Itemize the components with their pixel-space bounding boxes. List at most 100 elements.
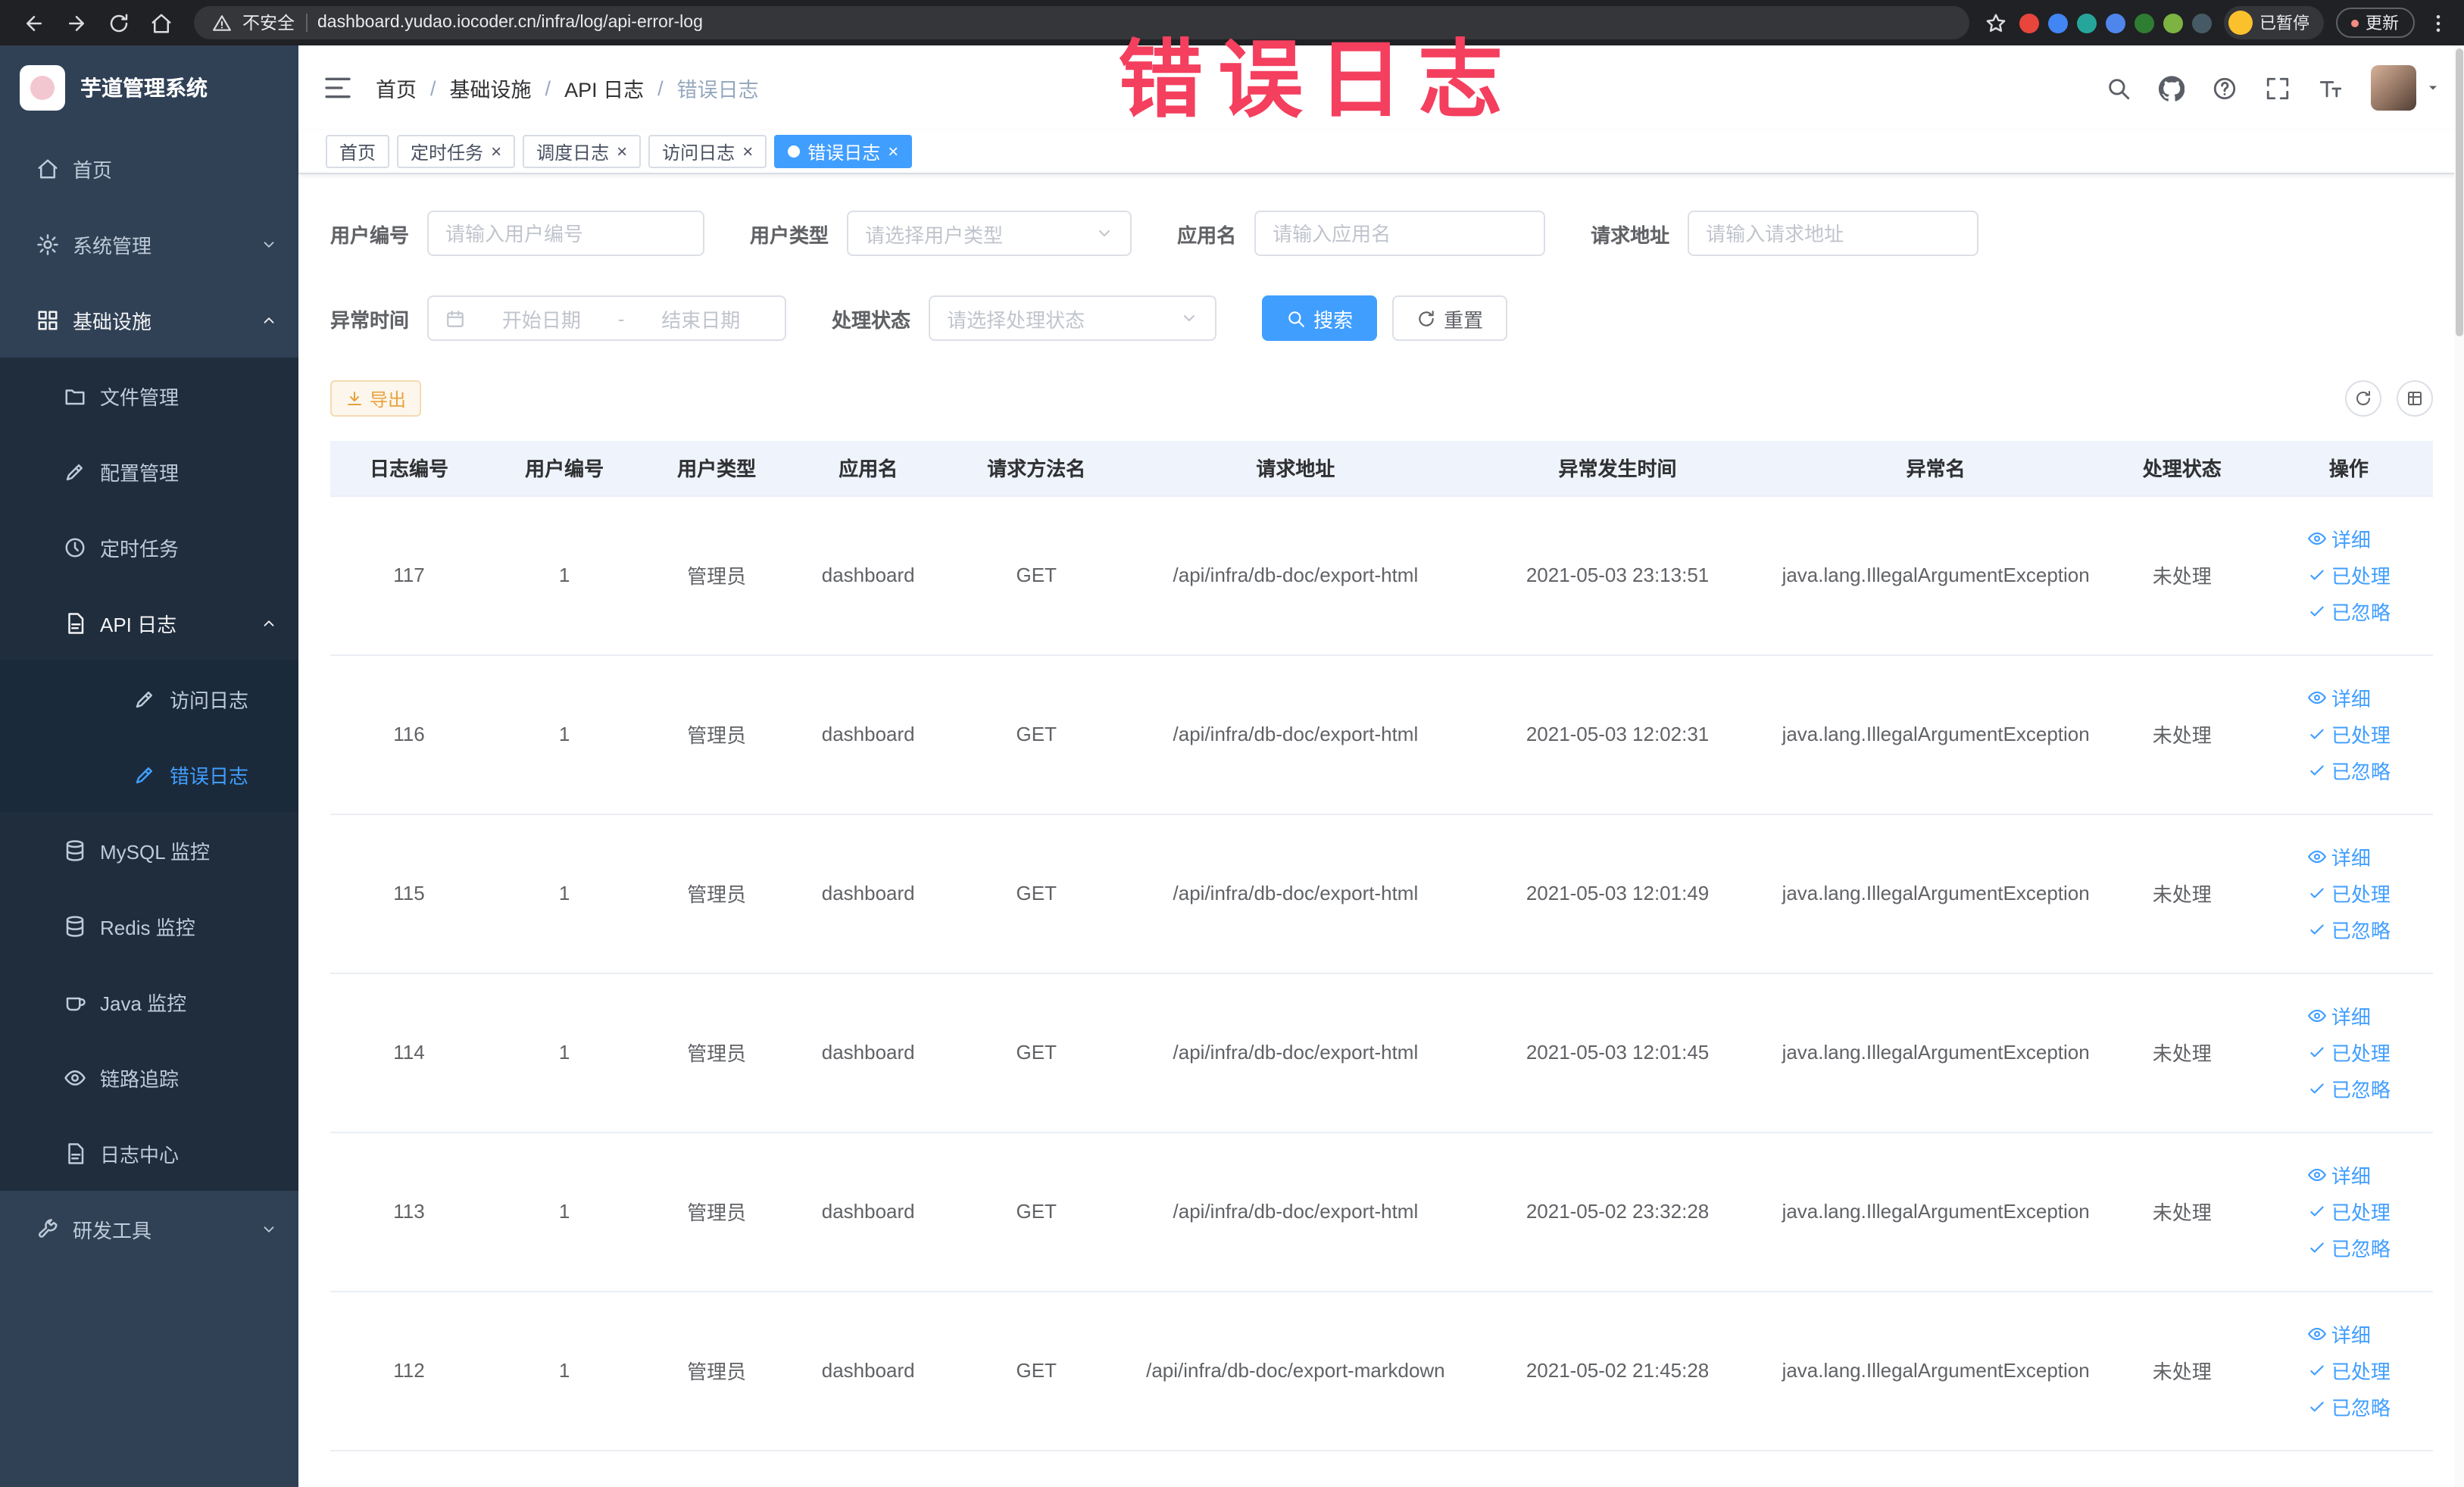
- breadcrumb-item[interactable]: API 日志: [564, 73, 644, 103]
- sidebar: 芋道管理系统 首页 系统管理基础设施文件管理 配置管理 定时任务 API 日志 访问日志错…: [0, 45, 298, 1487]
- ignored-link[interactable]: 已忽略: [2307, 1074, 2391, 1103]
- ignored-link[interactable]: 已忽略: [2307, 1392, 2391, 1421]
- user-type-select[interactable]: 请选择用户类型: [847, 211, 1132, 256]
- profile-chip[interactable]: 已暂停: [2223, 6, 2323, 39]
- sidebar-item[interactable]: 访问日志: [0, 661, 298, 736]
- table-cell: dashboard: [792, 654, 945, 814]
- close-icon[interactable]: ×: [742, 142, 753, 161]
- sidebar-item[interactable]: Redis 监控: [0, 888, 298, 964]
- table-body: 117 1 管理员 dashboard GET/api/infra/db-doc/exp…: [330, 495, 2432, 1451]
- processed-link[interactable]: 已处理: [2307, 561, 2391, 589]
- processed-link[interactable]: 已处理: [2307, 1356, 2391, 1385]
- extension-icon[interactable]: [2019, 13, 2038, 33]
- sidebar-item[interactable]: 日志中心: [0, 1115, 298, 1191]
- help-icon[interactable]: [2211, 75, 2237, 101]
- home-button[interactable]: [142, 5, 179, 41]
- check-icon: [2307, 1397, 2327, 1417]
- sidebar-item[interactable]: 定时任务: [0, 509, 298, 585]
- detail-link[interactable]: 详细: [2307, 842, 2371, 871]
- bookmark-star-icon[interactable]: [1984, 11, 2006, 34]
- sidebar-fold-button[interactable]: [323, 73, 353, 103]
- breadcrumb: 首页 / 基础设施 / API 日志 / 错误日志: [376, 73, 759, 103]
- tab-active[interactable]: 错误日志 ×: [774, 135, 913, 168]
- app-name-input[interactable]: [1273, 222, 1528, 245]
- processed-link[interactable]: 已处理: [2307, 1197, 2391, 1226]
- detail-link[interactable]: 详细: [2307, 1161, 2371, 1189]
- forward-button[interactable]: [58, 5, 94, 41]
- back-button[interactable]: [15, 5, 52, 41]
- sidebar-item[interactable]: 系统管理: [0, 206, 298, 282]
- filter-row-2: 异常时间 开始日期 - 结束日期 处理状态 请选择处理状态 搜索 重置: [330, 295, 2432, 341]
- detail-link[interactable]: 详细: [2307, 683, 2371, 712]
- breadcrumb-item[interactable]: 首页: [376, 73, 417, 103]
- process-status-select[interactable]: 请选择处理状态: [929, 295, 1217, 341]
- breadcrumb-item[interactable]: 基础设施: [450, 73, 532, 103]
- sidebar-item[interactable]: 首页: [0, 130, 298, 206]
- scrollbar-thumb[interactable]: [2455, 48, 2462, 336]
- table-cell: dashboard: [792, 814, 945, 973]
- security-chip[interactable]: 不安全: [242, 11, 295, 35]
- address-bar[interactable]: 不安全 dashboard.yudao.iocoder.cn/infra/log…: [194, 6, 1969, 39]
- check-icon: [2307, 1079, 2327, 1098]
- user-menu[interactable]: [2370, 65, 2440, 111]
- gear-icon: [36, 233, 59, 255]
- ignored-link[interactable]: 已忽略: [2307, 597, 2391, 626]
- column-settings-button[interactable]: [2396, 380, 2432, 417]
- close-icon[interactable]: ×: [888, 142, 898, 161]
- user-id-input[interactable]: [445, 222, 687, 245]
- clock-icon: [64, 536, 86, 558]
- detail-link[interactable]: 详细: [2307, 1001, 2371, 1030]
- processed-link[interactable]: 已处理: [2307, 879, 2391, 908]
- sidebar-item-label: 基础设施: [73, 310, 152, 333]
- table-cell: 1: [488, 1132, 642, 1292]
- processed-link[interactable]: 已处理: [2307, 1038, 2391, 1067]
- extension-icon[interactable]: [2076, 13, 2096, 33]
- update-button[interactable]: 更新: [2335, 8, 2414, 38]
- sidebar-item[interactable]: 文件管理: [0, 358, 298, 433]
- export-button[interactable]: 导出: [330, 380, 422, 417]
- sidebar-item[interactable]: API 日志: [0, 585, 298, 661]
- kebab-menu-icon[interactable]: [2426, 11, 2449, 34]
- search-button[interactable]: 搜索: [1262, 295, 1378, 341]
- sidebar-item[interactable]: 研发工具: [0, 1191, 298, 1267]
- extension-icon[interactable]: [2163, 13, 2182, 33]
- table-cell: java.lang.IllegalArgumentException: [1772, 654, 2099, 814]
- sidebar-item[interactable]: 链路追踪: [0, 1039, 298, 1115]
- sidebar-item[interactable]: Java 监控: [0, 964, 298, 1039]
- exception-time-range-picker[interactable]: 开始日期 - 结束日期: [427, 295, 787, 341]
- tab-item[interactable]: 访问日志 ×: [648, 135, 767, 168]
- sidebar-item[interactable]: MySQL 监控: [0, 812, 298, 888]
- reload-button[interactable]: [100, 5, 136, 41]
- logo-link[interactable]: 芋道管理系统: [0, 45, 298, 130]
- tab-item[interactable]: 首页: [326, 135, 390, 168]
- page-scrollbar[interactable]: [2453, 45, 2464, 1487]
- close-icon[interactable]: ×: [491, 142, 501, 161]
- fullscreen-icon[interactable]: [2264, 75, 2290, 101]
- tab-item[interactable]: 定时任务 ×: [397, 135, 516, 168]
- extension-icon[interactable]: [2134, 13, 2153, 33]
- detail-link[interactable]: 详细: [2307, 524, 2371, 553]
- request-url-input[interactable]: [1706, 222, 1961, 245]
- reset-button[interactable]: 重置: [1392, 295, 1508, 341]
- extension-icon[interactable]: [2047, 13, 2067, 33]
- close-icon[interactable]: ×: [617, 142, 627, 161]
- extension-icon[interactable]: [2191, 13, 2211, 33]
- tab-item[interactable]: 调度日志 ×: [523, 135, 642, 168]
- search-icon[interactable]: [2105, 75, 2131, 101]
- sidebar-item[interactable]: 基础设施: [0, 282, 298, 358]
- sidebar-item[interactable]: 配置管理: [0, 433, 298, 509]
- github-icon[interactable]: [2158, 75, 2184, 101]
- table-cell: 2021-05-02 21:45:28: [1462, 1291, 1773, 1451]
- ignored-link[interactable]: 已忽略: [2307, 915, 2391, 944]
- error-log-table: 日志编号 用户编号 用户类型 应用名 请求方法名 请求地址 异常发生时间 异常名 处理状态 操作 …: [330, 441, 2432, 1451]
- processed-link[interactable]: 已处理: [2307, 720, 2391, 748]
- refresh-button[interactable]: [2344, 380, 2381, 417]
- extension-icon[interactable]: [2105, 13, 2125, 33]
- font-size-icon[interactable]: [2317, 75, 2343, 101]
- ignored-link[interactable]: 已忽略: [2307, 1233, 2391, 1262]
- check-icon: [2307, 920, 2327, 939]
- sidebar-item[interactable]: 错误日志: [0, 736, 298, 812]
- detail-link[interactable]: 详细: [2307, 1320, 2371, 1348]
- table-cell: 2021-05-03 12:01:45: [1462, 973, 1773, 1132]
- ignored-link[interactable]: 已忽略: [2307, 756, 2391, 785]
